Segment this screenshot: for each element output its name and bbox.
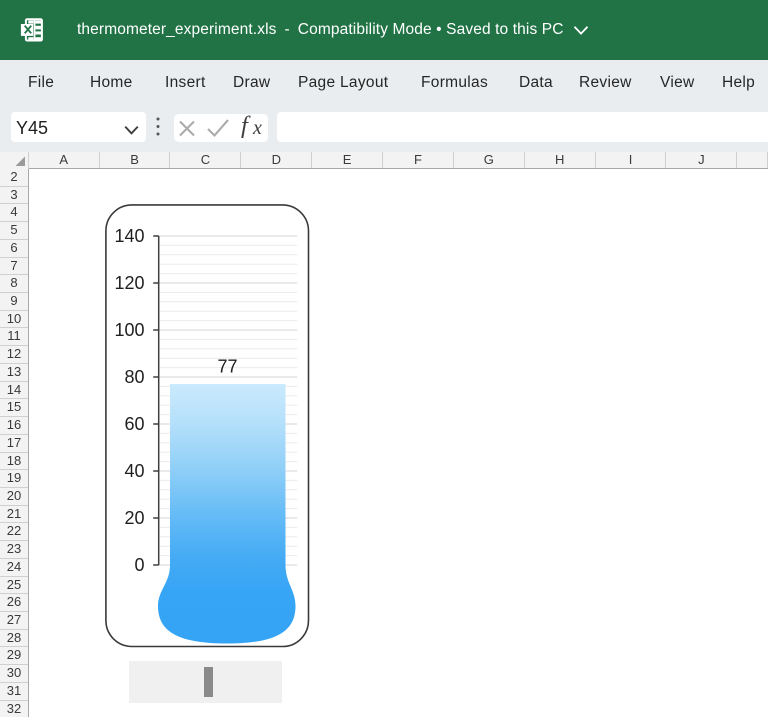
svg-text:0: 0 bbox=[134, 555, 144, 575]
svg-text:40: 40 bbox=[124, 461, 144, 481]
svg-text:20: 20 bbox=[124, 508, 144, 528]
svg-text:80: 80 bbox=[124, 367, 144, 387]
svg-text:77: 77 bbox=[217, 357, 237, 377]
svg-text:60: 60 bbox=[124, 414, 144, 434]
svg-text:100: 100 bbox=[114, 320, 144, 340]
svg-text:140: 140 bbox=[114, 226, 144, 246]
svg-text:120: 120 bbox=[114, 273, 144, 293]
